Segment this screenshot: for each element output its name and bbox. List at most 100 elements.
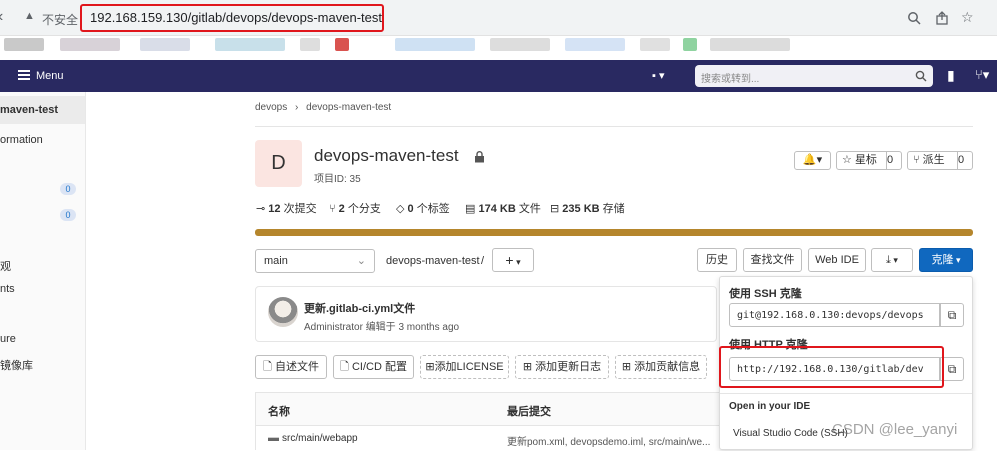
storage-size: 235 KB — [562, 203, 600, 215]
history-button[interactable]: 历史 — [697, 248, 737, 272]
readme-label: 自述文件 — [274, 361, 319, 373]
copy-icon: ⧉ — [947, 362, 957, 376]
search-input[interactable]: 搜索或转到... — [695, 65, 933, 87]
chevron-down-icon: ▾ — [513, 257, 521, 267]
files-label: 文件 — [518, 203, 541, 215]
zoom-icon[interactable] — [907, 11, 921, 25]
readme-button[interactable]: 🗋 自述文件 — [255, 355, 327, 379]
commit-author[interactable]: Administrator — [304, 322, 363, 333]
breadcrumb-separator: › — [295, 102, 299, 113]
file-table-header: 名称 最后提交 — [256, 393, 724, 426]
files-size: 174 KB — [478, 203, 516, 215]
commits-count: 12 — [268, 203, 281, 215]
stat-storage[interactable]: ⊟ 235 KB 存储 — [550, 200, 625, 216]
web-ide-button[interactable]: Web IDE — [808, 248, 866, 272]
tags-label: 个标签 — [416, 203, 450, 215]
add-changelog-button[interactable]: ⊞ 添加更新日志 — [515, 355, 609, 379]
stat-commits[interactable]: ⊸ 12 次提交 — [256, 200, 317, 216]
ide-item-vscode-ssh[interactable]: Visual Studio Code (SSH) — [733, 428, 848, 439]
column-header-name: 名称 — [268, 406, 290, 418]
last-commit-box: 更新.gitlab-ci.yml文件 Administrator 编辑于 3 m… — [255, 286, 717, 342]
search-placeholder: 搜索或转到... — [701, 74, 760, 85]
divider — [255, 126, 973, 127]
share-icon[interactable] — [935, 11, 949, 25]
issues-count-badge: 0 — [60, 183, 76, 195]
plus-square-icon: ⊞ — [425, 361, 435, 373]
sidebar-item-project[interactable]: maven-test — [0, 104, 86, 116]
add-license-button[interactable]: ⊞添加LICENSE — [420, 355, 509, 379]
storage-label: 存储 — [602, 203, 625, 215]
repo-path[interactable]: devops-maven-test — [386, 255, 480, 267]
repository-language-bar — [255, 229, 973, 236]
notification-button[interactable]: 🔔▾ — [794, 151, 831, 170]
plus-icon: + — [505, 252, 514, 268]
folder-icon: ▬ — [268, 432, 279, 444]
copy-icon: ⧉ — [947, 308, 957, 322]
storage-icon: ⊟ — [550, 203, 560, 215]
blurred-bookmark — [300, 38, 320, 51]
stat-tags[interactable]: ◇ 0 个标签 — [396, 200, 450, 216]
plus-square-icon: ⊞ — [522, 361, 533, 373]
add-contributing-label: 添加贡献信息 — [634, 361, 701, 373]
clone-label: 克隆 — [931, 254, 954, 266]
url-highlight-box — [80, 4, 384, 32]
table-row[interactable]: ▬ src/main/webapp 更新pom.xml, devopsdemo.… — [256, 427, 724, 451]
ssh-url-field[interactable]: git@192.168.0.130:devops/devops — [729, 303, 940, 327]
blurred-bookmark — [335, 38, 349, 51]
clone-button[interactable]: 克隆 ▾ — [919, 248, 973, 272]
copy-ssh-button[interactable]: ⧉ — [940, 303, 964, 327]
stat-files[interactable]: ▤ 174 KB 文件 — [465, 200, 541, 216]
star-bookmark-icon[interactable]: ☆ — [961, 9, 974, 26]
add-contributing-button[interactable]: ⊞ 添加贡献信息 — [615, 355, 707, 379]
commit-meta: Administrator 编辑于 3 months ago — [304, 318, 459, 333]
plus-dropdown-icon[interactable]: ▪ ▾ — [652, 69, 664, 82]
cicd-config-button[interactable]: 🗋 CI/CD 配置 — [333, 355, 414, 379]
merge-requests-icon[interactable]: ⑂▾ — [975, 67, 989, 83]
blurred-bookmark — [140, 38, 190, 51]
blurred-bookmark — [490, 38, 550, 51]
file-last-commit[interactable]: 更新pom.xml, devopsdemo.iml, src/main/we..… — [507, 433, 710, 448]
issues-icon[interactable]: ▮ — [947, 67, 955, 84]
blurred-bookmark — [710, 38, 790, 51]
ide-title: Open in your IDE — [729, 401, 811, 412]
sidebar-item-cicd[interactable]: 观 — [0, 258, 86, 274]
find-file-button[interactable]: 查找文件 — [743, 248, 802, 272]
branch-selector[interactable]: main ⌄ — [255, 249, 375, 273]
fork-button[interactable]: ⑂ 派生 0 — [907, 151, 973, 170]
branches-label: 个分支 — [347, 203, 381, 215]
hamburger-menu-icon[interactable] — [18, 70, 30, 80]
breadcrumb-item[interactable]: devops-maven-test — [306, 102, 391, 113]
top-navbar: Menu ▪ ▾ 搜索或转到... ▮ ⑂▾ — [0, 60, 997, 92]
star-button[interactable]: ☆ 星标 0 — [836, 151, 902, 170]
sidebar-item-registry[interactable]: 镜像库 — [0, 357, 86, 373]
mr-count-badge: 0 — [60, 209, 76, 221]
stat-branches[interactable]: ⑂ 2 个分支 — [329, 200, 381, 216]
commit-icon: ⊸ — [256, 203, 266, 215]
sidebar-item-information[interactable]: ormation — [0, 134, 86, 146]
tag-icon: ◇ — [396, 203, 405, 215]
column-header-last-commit: 最后提交 — [507, 406, 551, 418]
blurred-bookmark — [395, 38, 475, 51]
file-icon: ▤ — [465, 203, 476, 215]
file-name[interactable]: src/main/webapp — [282, 433, 358, 444]
star-icon: ☆ — [842, 154, 852, 166]
star-count: 0 — [886, 152, 902, 169]
blurred-bookmark — [565, 38, 625, 51]
sidebar-item-deployments[interactable]: nts — [0, 283, 86, 295]
add-file-dropdown[interactable]: + ▾ — [492, 248, 534, 272]
blurred-bookmark — [4, 38, 44, 51]
plus-square-icon: ⊞ — [621, 361, 632, 373]
path-separator: / — [481, 255, 485, 267]
fork-label: 派生 — [922, 154, 945, 166]
blurred-bookmark — [60, 38, 120, 51]
project-id: 项目ID: 35 — [314, 174, 361, 185]
sidebar: maven-test ormation 0 0 观 nts ure 镜像库 — [0, 92, 86, 450]
breadcrumb: devops › devops-maven-test — [255, 102, 391, 113]
breadcrumb-item[interactable]: devops — [255, 102, 287, 113]
menu-label[interactable]: Menu — [36, 70, 64, 82]
sidebar-item-infrastructure[interactable]: ure — [0, 333, 86, 345]
branches-count: 2 — [338, 203, 345, 215]
commit-message[interactable]: 更新.gitlab-ci.yml文件 — [304, 300, 415, 316]
download-button[interactable]: ⤓ ▾ — [871, 248, 913, 272]
back-arrow-icon[interactable]: ‹ — [0, 8, 12, 26]
